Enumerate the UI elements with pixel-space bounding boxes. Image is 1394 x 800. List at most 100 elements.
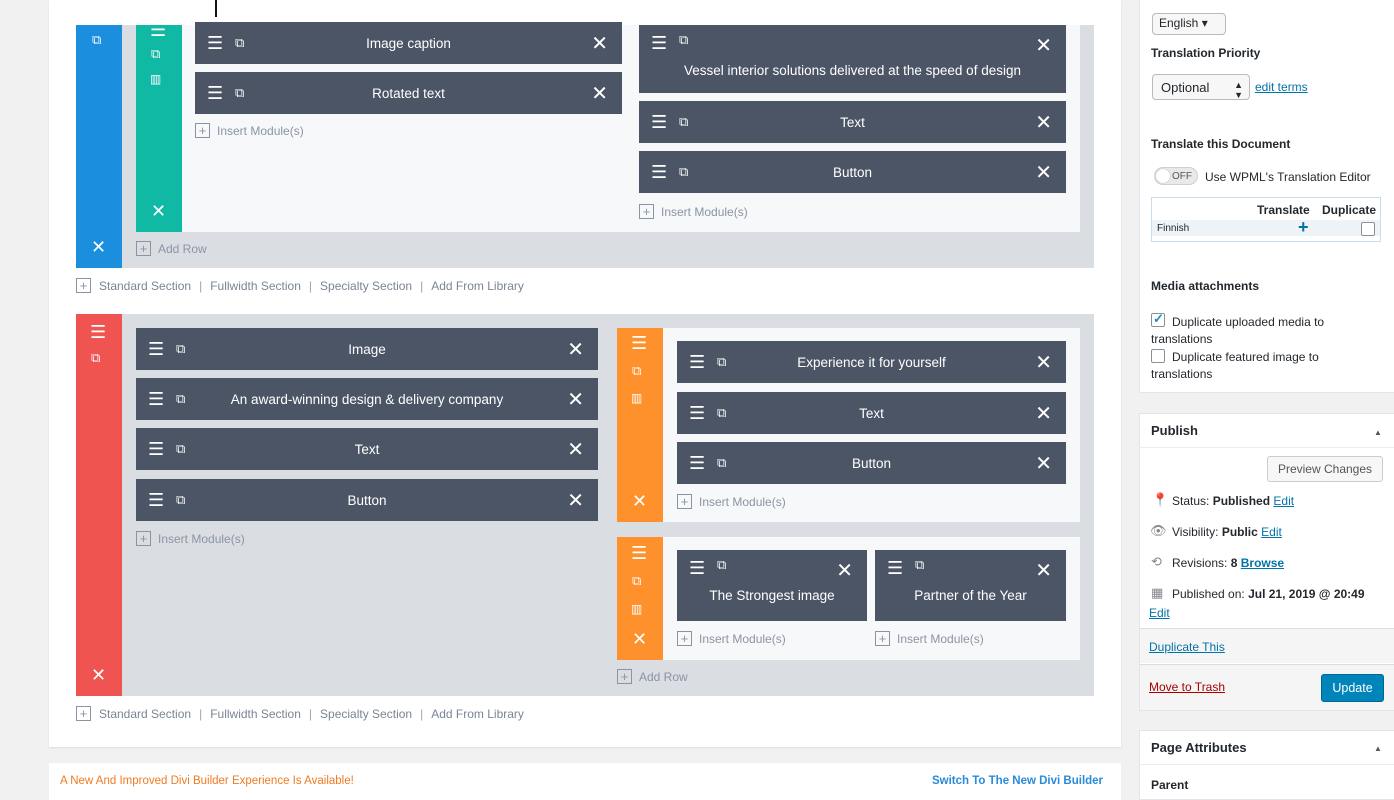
module-duplicate-icon[interactable]: ⧉ [717,558,726,573]
specialty-section-link[interactable]: Specialty Section [320,279,412,293]
row-menu-icon[interactable]: ☰ [631,335,647,353]
row-columns-icon[interactable]: ▥ [150,73,161,85]
fullwidth-section-link[interactable]: Fullwidth Section [210,279,301,293]
module-delete-icon[interactable]: ✕ [1035,451,1052,475]
module-experience[interactable]: ☰ ⧉ Experience it for yourself ✕ [677,341,1066,383]
section-2-handle[interactable] [76,314,122,696]
add-from-library-link[interactable]: Add From Library [431,707,524,721]
row-duplicate-icon[interactable]: ⧉ [632,365,641,378]
module-menu-icon[interactable]: ☰ [689,352,705,373]
insert-module-button[interactable]: + Insert Module(s) [136,531,245,546]
module-delete-icon[interactable]: ✕ [567,488,584,512]
section-duplicate-icon[interactable]: ⧉ [91,352,100,365]
switch-builder-link[interactable]: Switch To The New Divi Builder [932,775,1103,787]
module-duplicate-icon[interactable]: ⧉ [915,558,924,573]
duplicate-checkbox[interactable] [1361,222,1375,236]
module-delete-icon[interactable]: ✕ [567,337,584,361]
row-duplicate-icon[interactable]: ⧉ [632,575,641,588]
section-delete-icon[interactable]: ✕ [91,239,106,257]
module-text[interactable]: ☰ ⧉ Text ✕ [677,392,1066,434]
module-text[interactable]: ☰ ⧉ Text ✕ [136,428,598,470]
module-menu-icon[interactable]: ☰ [207,33,223,54]
duplicate-this-link[interactable]: Duplicate This [1149,640,1225,654]
module-menu-icon[interactable]: ☰ [148,439,164,460]
fullwidth-section-link[interactable]: Fullwidth Section [210,707,301,721]
module-delete-icon[interactable]: ✕ [836,558,853,582]
insert-module-button[interactable]: + Insert Module(s) [677,494,786,509]
module-duplicate-icon[interactable]: ⧉ [235,86,244,101]
insert-module-button[interactable]: + Insert Module(s) [875,631,984,646]
module-delete-icon[interactable]: ✕ [1035,558,1052,582]
move-to-trash-link[interactable]: Move to Trash [1149,680,1225,694]
module-button[interactable]: ☰ ⧉ Button ✕ [639,151,1066,193]
section-menu-icon[interactable]: ☰ [90,324,106,342]
module-duplicate-icon[interactable]: ⧉ [717,355,726,370]
module-button[interactable]: ☰ ⧉ Button ✕ [677,442,1066,484]
module-button[interactable]: ☰ ⧉ Button ✕ [136,479,598,521]
add-from-library-link[interactable]: Add From Library [431,279,524,293]
section-1-handle[interactable] [76,25,122,268]
module-text[interactable]: ☰ ⧉ Text ✕ [639,101,1066,143]
translation-editor-toggle[interactable]: OFF [1154,167,1198,185]
module-duplicate-icon[interactable]: ⧉ [176,392,185,407]
add-row-button[interactable]: + Add Row [617,669,688,684]
edit-visibility-link[interactable]: Edit [1261,525,1282,539]
row-delete-icon[interactable]: ✕ [632,631,647,649]
module-image-caption[interactable]: ☰ ⧉ Image caption ✕ [195,22,622,64]
module-duplicate-icon[interactable]: ⧉ [679,115,688,130]
module-menu-icon[interactable]: ☰ [651,162,667,183]
module-duplicate-icon[interactable]: ⧉ [176,342,185,357]
insert-module-button[interactable]: + Insert Module(s) [639,204,748,219]
module-delete-icon[interactable]: ✕ [1035,401,1052,425]
update-button[interactable]: Update [1321,674,1384,702]
module-menu-icon[interactable]: ☰ [887,558,903,579]
module-duplicate-icon[interactable]: ⧉ [235,36,244,51]
row-menu-icon[interactable]: ☰ [150,22,166,40]
section-delete-icon[interactable]: ✕ [91,667,106,685]
standard-section-link[interactable]: Standard Section [99,707,191,721]
edit-status-link[interactable]: Edit [1273,494,1294,508]
module-delete-icon[interactable]: ✕ [591,81,608,105]
standard-section-link[interactable]: Standard Section [99,279,191,293]
module-menu-icon[interactable]: ☰ [207,83,223,104]
module-delete-icon[interactable]: ✕ [1035,160,1052,184]
row-delete-icon[interactable]: ✕ [151,203,166,221]
insert-module-button[interactable]: + Insert Module(s) [195,123,304,138]
module-delete-icon[interactable]: ✕ [1035,33,1052,57]
module-rotated-text[interactable]: ☰ ⧉ Rotated text ✕ [195,72,622,114]
module-menu-icon[interactable]: ☰ [689,403,705,424]
preview-changes-button[interactable]: Preview Changes [1267,456,1383,482]
module-menu-icon[interactable]: ☰ [689,453,705,474]
module-menu-icon[interactable]: ☰ [148,339,164,360]
module-delete-icon[interactable]: ✕ [591,31,608,55]
insert-module-button[interactable]: + Insert Module(s) [677,631,786,646]
module-duplicate-icon[interactable]: ⧉ [717,456,726,471]
module-menu-icon[interactable]: ☰ [148,490,164,511]
collapse-toggle-icon[interactable]: ▲ [1374,744,1382,753]
collapse-toggle-icon[interactable]: ▲ [1374,428,1382,437]
module-vessel-interior[interactable]: ☰ ⧉ Vessel interior solutions delivered … [639,25,1066,93]
module-image[interactable]: ☰ ⧉ Image ✕ [136,328,598,370]
module-menu-icon[interactable]: ☰ [651,112,667,133]
browse-revisions-link[interactable]: Browse [1241,556,1284,570]
module-duplicate-icon[interactable]: ⧉ [679,165,688,180]
module-duplicate-icon[interactable]: ⧉ [679,33,688,48]
module-menu-icon[interactable]: ☰ [689,558,705,579]
section-duplicate-icon[interactable]: ⧉ [92,34,101,47]
module-award-winning[interactable]: ☰ ⧉ An award-winning design & delivery c… [136,378,598,420]
module-delete-icon[interactable]: ✕ [567,437,584,461]
row-menu-icon[interactable]: ☰ [631,545,647,563]
module-partner-of-year[interactable]: ☰ ⧉ Partner of the Year ✕ [875,550,1066,621]
add-row-button[interactable]: + Add Row [136,241,207,256]
row-columns-icon[interactable]: ▥ [631,603,642,615]
add-translation-icon[interactable]: + [1298,217,1309,238]
module-duplicate-icon[interactable]: ⧉ [176,493,185,508]
module-duplicate-icon[interactable]: ⧉ [176,442,185,457]
row-delete-icon[interactable]: ✕ [632,493,647,511]
module-menu-icon[interactable]: ☰ [651,33,667,54]
module-strongest-image[interactable]: ☰ ⧉ The Strongest image ✕ [677,550,867,621]
module-delete-icon[interactable]: ✕ [567,387,584,411]
language-select[interactable]: English ▾ [1152,13,1226,35]
row-duplicate-icon[interactable]: ⧉ [151,48,160,61]
edit-terms-link[interactable]: edit terms [1255,80,1308,94]
